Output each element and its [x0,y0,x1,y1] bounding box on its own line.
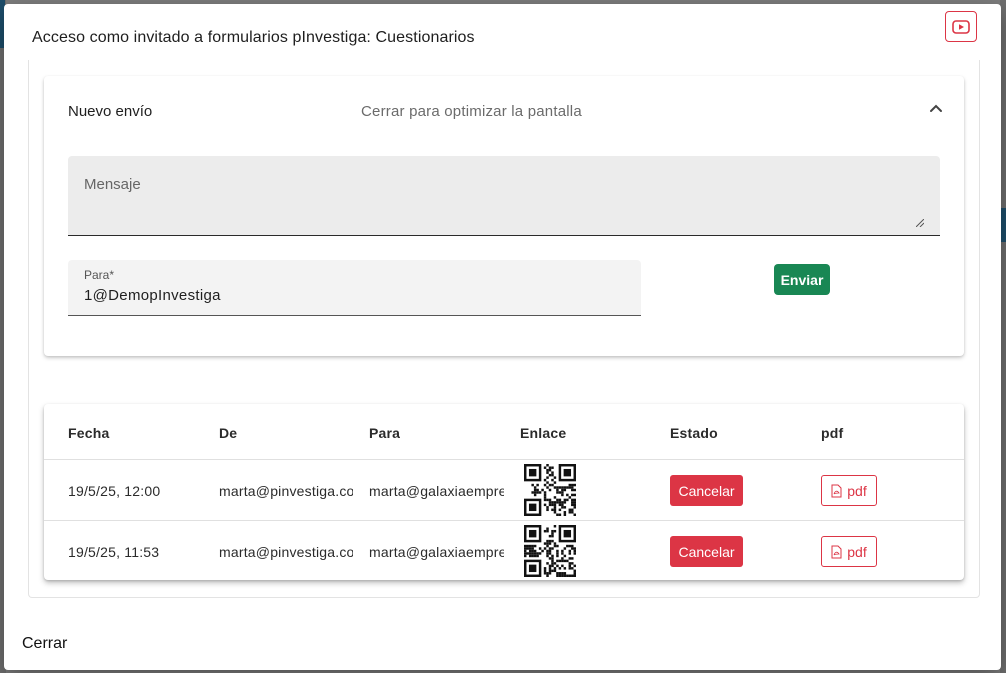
qr-code-image[interactable] [524,525,576,577]
background-accent-right [1001,208,1006,242]
cell-from: marta@pinvestiga.com [219,544,353,560]
guest-access-dialog: Acceso como invitado a formularios pInve… [4,4,1001,670]
pdf-file-icon [831,484,842,497]
column-header-to[interactable]: Para [369,425,400,441]
table-row: 19/5/25, 12:00 marta@pinvestiga.com mart… [44,460,964,521]
cell-to: marta@galaxiaempresas.com [369,544,504,560]
cancel-button[interactable]: Cancelar [670,475,743,506]
pdf-button-label: pdf [847,482,867,499]
recipient-field[interactable]: Para* 1@DemopInvestiga [68,260,641,316]
card-title: Nuevo envío [68,103,153,120]
message-input[interactable] [68,156,940,235]
dialog-title: Acceso como invitado a formularios pInve… [32,29,475,46]
column-header-from[interactable]: De [219,425,237,441]
youtube-icon [952,19,970,34]
resize-grip-icon[interactable] [916,219,924,227]
send-button[interactable]: Enviar [774,264,830,295]
column-header-pdf[interactable]: pdf [821,425,843,441]
cancel-button[interactable]: Cancelar [670,536,743,567]
pdf-button[interactable]: pdf [821,475,877,506]
cell-from: marta@pinvestiga.com [219,483,353,499]
cell-date: 19/5/25, 11:53 [68,544,160,560]
chevron-up-icon [930,104,942,112]
sends-table: Fecha De Para Enlace Estado pdf 19/5/25,… [44,404,964,580]
table-header: Fecha De Para Enlace Estado pdf [44,404,964,460]
video-help-button[interactable] [945,11,977,42]
cell-date: 19/5/25, 12:00 [68,483,161,499]
recipient-input[interactable]: 1@DemopInvestiga [84,287,221,304]
message-field[interactable] [68,156,940,236]
pdf-button-label: pdf [847,543,867,560]
cell-to: marta@galaxiaempresas.com [369,483,504,499]
pdf-file-icon [831,545,842,558]
column-header-status[interactable]: Estado [670,425,718,441]
table-row: 19/5/25, 11:53 marta@pinvestiga.com mart… [44,521,964,580]
column-header-date[interactable]: Fecha [68,425,109,441]
pdf-button[interactable]: pdf [821,536,877,567]
qr-code-image[interactable] [524,464,576,516]
collapse-hint: Cerrar para optimizar la pantalla [361,103,582,120]
column-header-link[interactable]: Enlace [520,425,566,441]
close-button[interactable]: Cerrar [22,635,67,653]
recipient-label: Para* [84,268,115,282]
new-send-card: Nuevo envío Cerrar para optimizar la pan… [44,76,964,356]
collapse-button[interactable] [926,98,946,118]
